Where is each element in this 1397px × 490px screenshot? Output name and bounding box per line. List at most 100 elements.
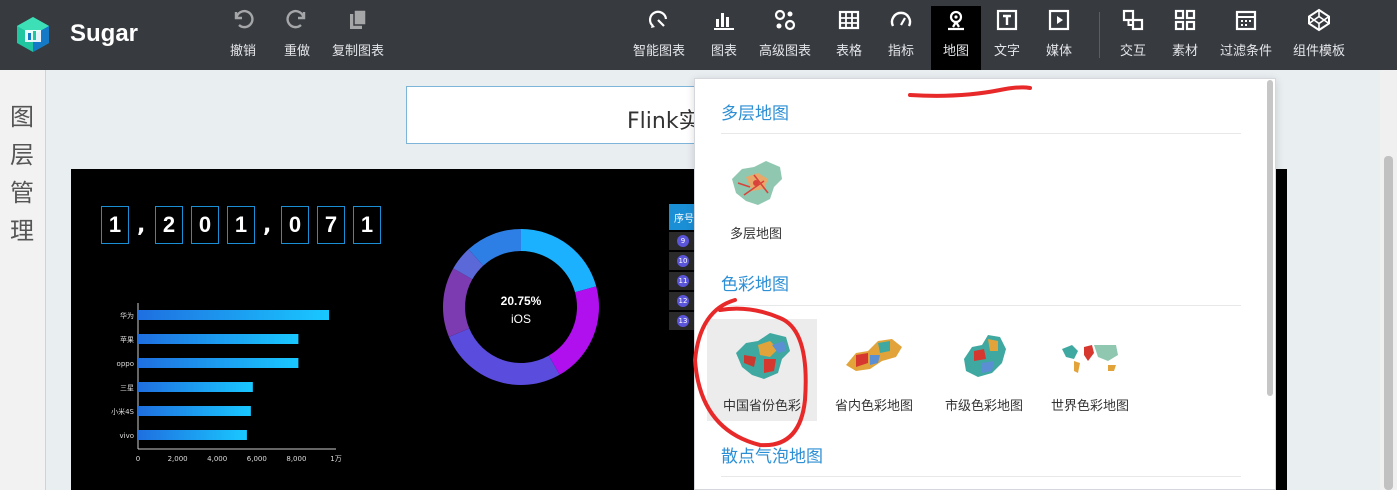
media-button[interactable]: 媒体 [1046,6,1072,66]
bar-chart-bar[interactable] [138,334,299,344]
advanced-chart-label: 高级图表 [759,44,812,59]
text-label: 文字 [994,44,1021,59]
bar-chart-category-label: 华为 [120,311,134,320]
bar-chart-bar[interactable] [138,382,253,392]
table-row-number: 9 [677,235,689,247]
bar-chart-icon [711,6,737,34]
filter-calendar-icon [1233,6,1259,34]
counter-digit: 1 [227,206,255,244]
bar-chart-bar[interactable] [138,406,251,416]
smart-chart-button[interactable]: 智能图表 [633,6,685,66]
bar-chart-x-tick: 2,000 [168,455,188,463]
section-divider [721,305,1241,306]
copy-chart-button[interactable]: 复制图表 [332,6,384,66]
bar-chart-bar[interactable] [138,310,330,320]
counter-digit: 0 [281,206,309,244]
interaction-button[interactable]: 交互 [1120,6,1146,66]
map-item-china-province[interactable]: 中国省份色彩 [707,319,817,421]
chart-button[interactable]: 图表 [711,6,737,66]
redo-button[interactable]: 重做 [284,6,310,66]
province-inner-map-icon [846,339,902,371]
dropdown-scrollbar[interactable] [1267,80,1273,396]
map-item-label: 世界色彩地图 [1050,399,1129,414]
material-button[interactable]: 素材 [1172,6,1198,66]
brand: Sugar [14,14,138,54]
section-title-color-map: 色彩地图 [721,275,789,295]
map-button[interactable]: 地图 [931,6,981,70]
donut-slice[interactable] [548,286,599,375]
text-button[interactable]: 文字 [994,6,1020,66]
map-item-label: 省内色彩地图 [834,399,913,414]
bar-chart-bar[interactable] [138,358,299,368]
multi-layer-map-icon [732,161,782,205]
undo-button[interactable]: 撤销 [230,6,256,66]
counter-digit: 2 [155,206,183,244]
gauge-icon [888,6,914,34]
table-row-number: 11 [677,275,689,287]
bar-chart[interactable]: 华为苹果 oppo 三星小米4S vivo 0 2,000 4,000 6,000 8,000 1… [101,297,351,465]
layer-panel[interactable]: 图层管理 [0,70,46,490]
counter-digit: 7 [317,206,345,244]
component-template-label: 组件模板 [1293,44,1346,59]
section-divider [721,476,1241,477]
component-template-button[interactable]: 组件模板 [1293,6,1345,66]
material-label: 素材 [1172,44,1199,59]
counter-digit: 1 [353,206,381,244]
bar-chart-x-tick: 6,000 [247,455,267,463]
filter-condition-label: 过滤条件 [1220,44,1273,59]
bar-chart-x-tick: 4,000 [207,455,227,463]
map-item-label: 多层地图 [729,227,782,242]
template-codepen-icon [1306,6,1332,34]
filter-condition-button[interactable]: 过滤条件 [1220,6,1272,66]
bar-chart-x-tick: 8,000 [286,455,306,463]
copy-icon [345,6,371,34]
media-play-icon [1046,6,1072,34]
map-label: 地图 [942,44,969,59]
map-dropdown-panel: 多层地图 多层地图 色彩地图 中国省份色彩 省内色彩地图 市级色彩地图 世界色彩… [694,78,1276,490]
undo-label: 撤销 [230,44,257,59]
page-scrollbar[interactable] [1380,70,1397,490]
counter-digit: 0 [191,206,219,244]
indicator-label: 指标 [888,44,915,59]
donut-slice[interactable] [443,268,473,337]
bar-chart-category-label: oppo [117,360,134,368]
advanced-chart-icon [772,6,798,34]
redo-icon [284,6,310,34]
bar-chart-category-label: 三星 [120,384,134,392]
interaction-icon [1120,6,1146,34]
indicator-button[interactable]: 指标 [888,6,914,66]
counter-digit: 1 [101,206,129,244]
section-title-scatter-map: 散点气泡地图 [721,447,823,467]
map-item-world[interactable]: 世界色彩地图 [1035,319,1145,421]
table-row-number: 12 [677,295,689,307]
bar-chart-bar[interactable] [138,430,247,440]
table-button[interactable]: 表格 [836,6,862,66]
map-pin-icon [943,6,969,34]
world-map-icon [1062,345,1118,373]
map-item-city-level[interactable]: 市级色彩地图 [929,319,1039,421]
counter-digits: 1,201,071 [101,206,389,244]
media-label: 媒体 [1046,44,1073,59]
map-item-province-inner[interactable]: 省内色彩地图 [819,319,929,421]
section-divider [721,133,1241,134]
advanced-chart-button[interactable]: 高级图表 [759,6,811,66]
map-item-multilayer[interactable]: 多层地图 [701,147,811,249]
bar-chart-category-label: 小米4S [111,407,134,416]
page-scrollbar-thumb[interactable] [1384,156,1393,490]
smart-chart-icon [646,6,672,34]
city-level-map-icon [964,335,1006,377]
donut-slice[interactable] [448,328,560,385]
donut-slice[interactable] [521,229,597,293]
toolbar-divider [1099,12,1100,58]
donut-chart[interactable]: 20.75% iOS [431,217,611,397]
layer-panel-title: 图层管理 [10,103,34,245]
table-row-number: 13 [677,315,689,327]
chart-label: 图表 [711,44,738,59]
counter-separator: , [263,213,272,238]
section-title-multilayer: 多层地图 [721,104,789,124]
counter-separator: , [137,213,146,238]
table-row-number: 10 [677,255,689,267]
redo-label: 重做 [284,44,311,59]
sugar-logo-icon [17,17,49,52]
bar-chart-x-tick: 0 [136,455,140,463]
